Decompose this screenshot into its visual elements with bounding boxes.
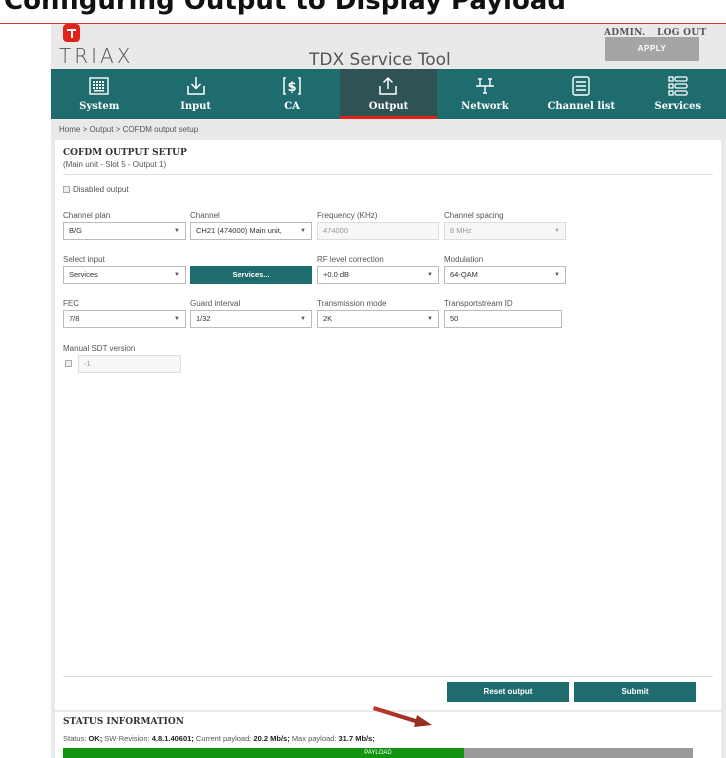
panel-title: COFDM OUTPUT SETUP	[63, 148, 187, 158]
modulation-label: Modulation	[444, 255, 484, 264]
modulation-select[interactable]: 64-QAM ▼	[444, 266, 566, 284]
max-payload-label: Max payload:	[291, 734, 337, 743]
nav-item-ca[interactable]: $ CA	[244, 69, 340, 119]
disabled-output-row[interactable]: Disabled output	[63, 185, 129, 194]
nav-item-network[interactable]: Network	[437, 69, 533, 119]
channel-plan-select[interactable]: B/G ▼	[63, 222, 186, 240]
download-icon	[186, 77, 205, 95]
upload-icon	[379, 76, 398, 95]
nav-item-channel-list[interactable]: Channel list	[533, 69, 629, 119]
logo-text: TRIAX	[59, 44, 134, 68]
guard-interval-value: 1/32	[196, 314, 211, 323]
chevron-down-icon: ▼	[174, 228, 180, 234]
nav-item-services[interactable]: Services	[630, 69, 726, 119]
sw-revision-value: 4.8.1.40601;	[151, 734, 194, 743]
transportstream-id-label: Transportstream ID	[444, 299, 513, 308]
annotation-arrow-icon	[373, 706, 432, 727]
rf-level-value: +0.0 dB	[323, 270, 350, 279]
chevron-down-icon: ▼	[300, 316, 306, 322]
manual-sdt-checkbox[interactable]	[65, 360, 72, 367]
max-payload-value: 31.7 Mb/s;	[338, 734, 375, 743]
chevron-down-icon: ▼	[554, 272, 560, 278]
list-icon	[572, 76, 591, 96]
channel-plan-label: Channel plan	[63, 211, 111, 220]
fec-label: FEC	[63, 299, 79, 308]
header: TRIAX TDX Service Tool ADMIN. LOG OUT AP…	[51, 24, 726, 70]
document-heading: Configuring Output to Display Payload	[4, 0, 566, 16]
status-title: STATUS INFORMATION	[63, 717, 184, 727]
sw-revision-label: SW-Revision:	[104, 734, 150, 743]
nav-item-output[interactable]: Output	[340, 69, 437, 119]
transportstream-id-input[interactable]: 50	[444, 310, 562, 328]
submit-button[interactable]: Submit	[574, 682, 696, 702]
apply-button[interactable]: APPLY	[605, 37, 699, 61]
nav-label: Services	[654, 101, 702, 112]
cofdm-output-panel: COFDM OUTPUT SETUP (Main unit - Slot 5 -…	[55, 140, 721, 710]
payload-label: PAYLOAD	[364, 750, 392, 756]
status-line: Status: OK; SW-Revision: 4.8.1.40601; Cu…	[63, 734, 375, 743]
manual-sdt-label: Manual SDT version	[63, 344, 136, 353]
fec-select[interactable]: 7/8 ▼	[63, 310, 186, 328]
channel-select[interactable]: CH21 (474000) Main unit, ▼	[190, 222, 312, 240]
rf-level-label: RF level correction	[317, 255, 384, 264]
select-input-label: Select input	[63, 255, 105, 264]
transmission-mode-label: Transmission mode	[317, 299, 387, 308]
reset-output-button[interactable]: Reset output	[447, 682, 569, 702]
dollar-icon: $	[283, 77, 301, 95]
triax-logo-icon	[63, 24, 80, 42]
nav-label: System	[79, 101, 120, 112]
nav-item-input[interactable]: Input	[147, 69, 243, 119]
chevron-down-icon: ▼	[554, 228, 560, 234]
channel-spacing-value: 8 MHz	[450, 226, 472, 235]
document-top: Configuring Output to Display Payload	[0, 0, 726, 24]
channel-spacing-select[interactable]: 8 MHz ▼	[444, 222, 566, 240]
transmission-mode-value: 2K	[323, 314, 333, 323]
channel-label: Channel	[190, 211, 220, 220]
fec-value: 7/8	[69, 314, 80, 323]
divider	[63, 676, 713, 677]
channel-plan-value: B/G	[69, 226, 82, 235]
guard-interval-select[interactable]: 1/32 ▼	[190, 310, 312, 328]
guard-interval-label: Guard interval	[190, 299, 241, 308]
nav-label: Network	[461, 101, 509, 112]
divider	[63, 174, 713, 175]
chevron-down-icon: ▼	[174, 316, 180, 322]
status-label: Status:	[63, 734, 87, 743]
tdx-app-window: TRIAX TDX Service Tool ADMIN. LOG OUT AP…	[51, 24, 726, 758]
rf-level-select[interactable]: +0.0 dB ▼	[317, 266, 439, 284]
transmission-mode-select[interactable]: 2K ▼	[317, 310, 439, 328]
nav-item-system[interactable]: System	[51, 69, 147, 119]
channel-spacing-label: Channel spacing	[444, 211, 504, 220]
channel-value: CH21 (474000) Main unit,	[196, 226, 282, 235]
app-title: TDX Service Tool	[309, 50, 451, 70]
disabled-output-checkbox[interactable]	[63, 186, 70, 194]
chevron-down-icon: ▼	[300, 228, 306, 234]
panel-subtitle: (Main unit - Slot 5 - Output 1)	[63, 160, 167, 169]
manual-sdt-input[interactable]: -1	[78, 355, 181, 373]
disabled-output-label: Disabled output	[73, 185, 129, 194]
current-payload-label: Current payload:	[195, 734, 252, 743]
select-input-value: Services	[69, 270, 98, 279]
current-payload-value: 20.2 Mb/s;	[253, 734, 290, 743]
frequency-label: Frequency (KHz)	[317, 211, 378, 220]
nav-label: CA	[284, 101, 300, 112]
status-value: OK;	[88, 734, 103, 743]
chevron-down-icon: ▼	[427, 316, 433, 322]
modulation-value: 64-QAM	[450, 270, 478, 279]
frequency-input[interactable]: 474000	[317, 222, 439, 240]
payload-bar: PAYLOAD	[63, 748, 693, 758]
network-icon	[475, 78, 494, 94]
nav-label: Output	[368, 101, 409, 112]
select-input-select[interactable]: Services ▼	[63, 266, 186, 284]
keyboard-icon	[89, 77, 109, 95]
breadcrumb[interactable]: Home > Output > COFDM output setup	[59, 125, 198, 134]
svg-text:$: $	[288, 80, 297, 95]
services-button[interactable]: Services...	[190, 266, 312, 284]
nav-label: Channel list	[547, 101, 616, 112]
main-nav: System Input $ CA Output Network Channel…	[51, 69, 726, 119]
chevron-down-icon: ▼	[427, 272, 433, 278]
nav-label: Input	[180, 101, 212, 112]
services-icon	[668, 76, 688, 96]
chevron-down-icon: ▼	[174, 272, 180, 278]
